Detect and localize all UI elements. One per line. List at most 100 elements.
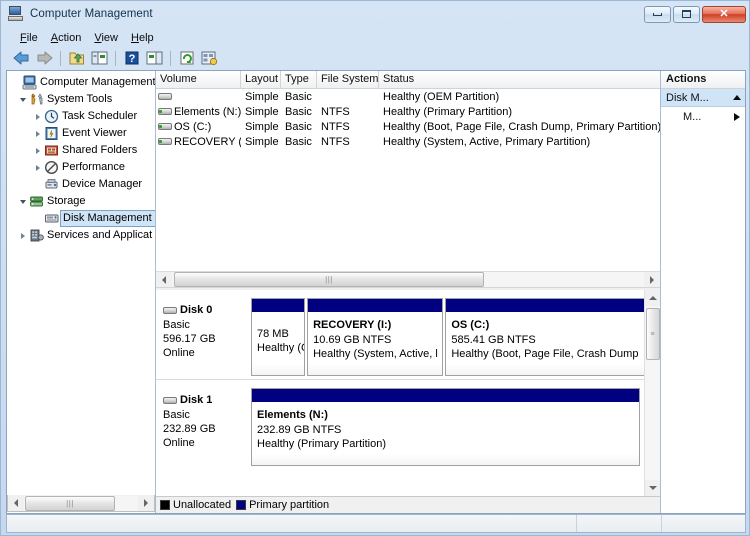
column-header-volume[interactable]: Volume (156, 71, 241, 88)
hscroll-track[interactable]: ||| (172, 272, 644, 287)
tree-scroll-left-button[interactable] (8, 495, 24, 511)
disk-graph-area[interactable]: Disk 0 Basic 596.17 GB Online 78 MB Heal… (156, 290, 644, 496)
toolbar-separator-3 (170, 50, 171, 66)
disk-info: Disk 0 Basic 596.17 GB Online (159, 294, 251, 376)
twisty-performance[interactable] (31, 164, 44, 171)
console-tree-pane[interactable]: Computer Management System Tools Task Sc… (7, 71, 156, 513)
partition-status: Healthy (System, Active, l (313, 348, 438, 360)
column-header-status[interactable]: Status (379, 71, 660, 88)
partition-status: Healthy (Primary Partition) (257, 438, 386, 450)
table-row[interactable]: Simple Basic Healthy (OEM Partition) (156, 89, 660, 104)
twisty-system-tools[interactable] (16, 97, 29, 102)
cell-volume (156, 92, 241, 101)
disk-panel[interactable]: Disk 1 Basic 232.89 GB Online Elements (… (156, 379, 644, 466)
system-tools-icon (29, 92, 45, 107)
table-row[interactable]: OS (C:) Simple Basic NTFS Healthy (Boot,… (156, 119, 660, 134)
minimize-button[interactable] (644, 5, 671, 23)
tree-hscroll-track[interactable]: ||| (24, 495, 138, 511)
table-row[interactable]: RECOVERY (I:) Simple Basic NTFS Healthy … (156, 134, 660, 149)
tree-hscrollbar[interactable]: ||| (7, 495, 155, 512)
hscroll-thumb[interactable]: ||| (174, 272, 484, 287)
tree-item-disk-management[interactable]: Disk Management (7, 210, 155, 227)
graph-vscrollbar[interactable]: ≡ (644, 290, 660, 496)
window-controls: ✕ (644, 5, 746, 23)
partition-oem[interactable]: 78 MB Healthy (C (251, 298, 306, 376)
volume-list[interactable]: Volume Layout Type File System Status Si… (156, 71, 660, 271)
services-icon (29, 228, 45, 243)
up-folder-icon[interactable] (67, 49, 87, 67)
column-header-layout[interactable]: Layout (241, 71, 281, 88)
partition-elements[interactable]: Elements (N:) 232.89 GB NTFS Healthy (Pr… (251, 388, 640, 466)
show-hide-action-pane-icon[interactable] (144, 49, 164, 67)
partition-status: Healthy (C (257, 342, 305, 354)
tree-scroll-right-button[interactable] (138, 495, 154, 511)
show-hide-console-tree-icon[interactable] (89, 49, 109, 67)
volume-name: Elements (N:) (174, 105, 241, 118)
refresh-icon[interactable] (177, 49, 197, 67)
forward-arrow-icon[interactable] (34, 49, 54, 67)
cell-layout: Simple (245, 105, 279, 118)
menu-view[interactable]: View (89, 31, 126, 45)
maximize-button[interactable] (673, 5, 700, 23)
tree-item-system-tools[interactable]: System Tools (7, 91, 155, 108)
column-header-file-system[interactable]: File System (317, 71, 379, 88)
disk-panel[interactable]: Disk 0 Basic 596.17 GB Online 78 MB Heal… (156, 290, 644, 376)
cell-file-system: NTFS (321, 105, 350, 118)
twisty-task-scheduler[interactable] (31, 113, 44, 120)
menu-help[interactable]: Help (126, 31, 162, 45)
partition-os[interactable]: OS (C:) 585.41 GB NTFS Healthy (Boot, Pa… (445, 298, 644, 376)
column-header-type[interactable]: Type (281, 71, 317, 88)
legend-item-primary-partition: Primary partition (236, 499, 329, 511)
submenu-caret-icon[interactable] (734, 113, 740, 121)
actions-item-more[interactable]: M... (661, 107, 745, 127)
cell-type: Basic (285, 90, 312, 103)
cell-volume: OS (C:) (156, 121, 241, 133)
twisty-storage[interactable] (16, 199, 29, 204)
twisty-shared-folders[interactable] (31, 147, 44, 154)
scroll-left-button[interactable] (156, 272, 172, 287)
partition-recovery[interactable]: RECOVERY (I:) 10.69 GB NTFS Healthy (Sys… (307, 298, 444, 376)
tree-item-event-viewer[interactable]: Event Viewer (7, 125, 155, 142)
client-area: Computer Management System Tools Task Sc… (6, 70, 746, 514)
tree-label: System Tools (47, 93, 113, 105)
partition-bar (252, 389, 639, 403)
tree-item-device-manager[interactable]: Device Manager (7, 176, 155, 193)
vscroll-thumb[interactable]: ≡ (645, 308, 660, 360)
legend-item-unallocated: Unallocated (160, 499, 231, 511)
vscroll-track[interactable]: ≡ (644, 306, 660, 480)
tree-item-performance[interactable]: Performance (7, 159, 155, 176)
menu-file[interactable]: File (15, 31, 46, 45)
close-button[interactable]: ✕ (702, 5, 746, 23)
menu-action[interactable]: Action (46, 31, 90, 45)
twisty-event-viewer[interactable] (31, 130, 44, 137)
partition-name: RECOVERY (I:) (313, 319, 392, 331)
actions-group-disk-management[interactable]: Disk M... (661, 89, 745, 107)
scroll-down-button[interactable] (645, 480, 661, 496)
partition-body: RECOVERY (I:) 10.69 GB NTFS Healthy (Sys… (308, 313, 443, 375)
table-row[interactable]: Elements (N:) Simple Basic NTFS Healthy … (156, 104, 660, 119)
twisty-services[interactable] (16, 232, 29, 239)
tree-item-task-scheduler[interactable]: Task Scheduler (7, 108, 155, 125)
scroll-right-button[interactable] (644, 272, 660, 287)
help-icon[interactable]: ? (122, 49, 142, 67)
title-bar[interactable]: Computer Management ✕ (1, 1, 750, 27)
volume-list-header: Volume Layout Type File System Status (156, 71, 660, 89)
tree-item-computer-management[interactable]: Computer Management (7, 74, 155, 91)
tree-item-services-and-applications[interactable]: Services and Applicat (7, 227, 155, 244)
tree-hscroll-thumb[interactable]: ||| (25, 495, 115, 511)
disk-name: Disk 1 (180, 394, 213, 406)
actions-group-label: Disk M... (666, 91, 709, 104)
toolbar-separator (60, 50, 61, 66)
task-scheduler-icon (44, 109, 60, 124)
export-list-icon[interactable] (199, 49, 219, 67)
tree-item-shared-folders[interactable]: Shared Folders (7, 142, 155, 159)
disk-icon (163, 396, 177, 405)
back-arrow-icon[interactable] (12, 49, 32, 67)
tree-item-storage[interactable]: Storage (7, 193, 155, 210)
scroll-up-button[interactable] (645, 290, 661, 306)
volume-list-hscrollbar[interactable]: ||| (156, 271, 660, 287)
disk-name: Disk 0 (180, 304, 213, 316)
collapse-caret-icon[interactable] (733, 95, 741, 100)
disk-type: Basic (163, 409, 190, 421)
actions-pane: Actions Disk M... M... (660, 71, 745, 513)
